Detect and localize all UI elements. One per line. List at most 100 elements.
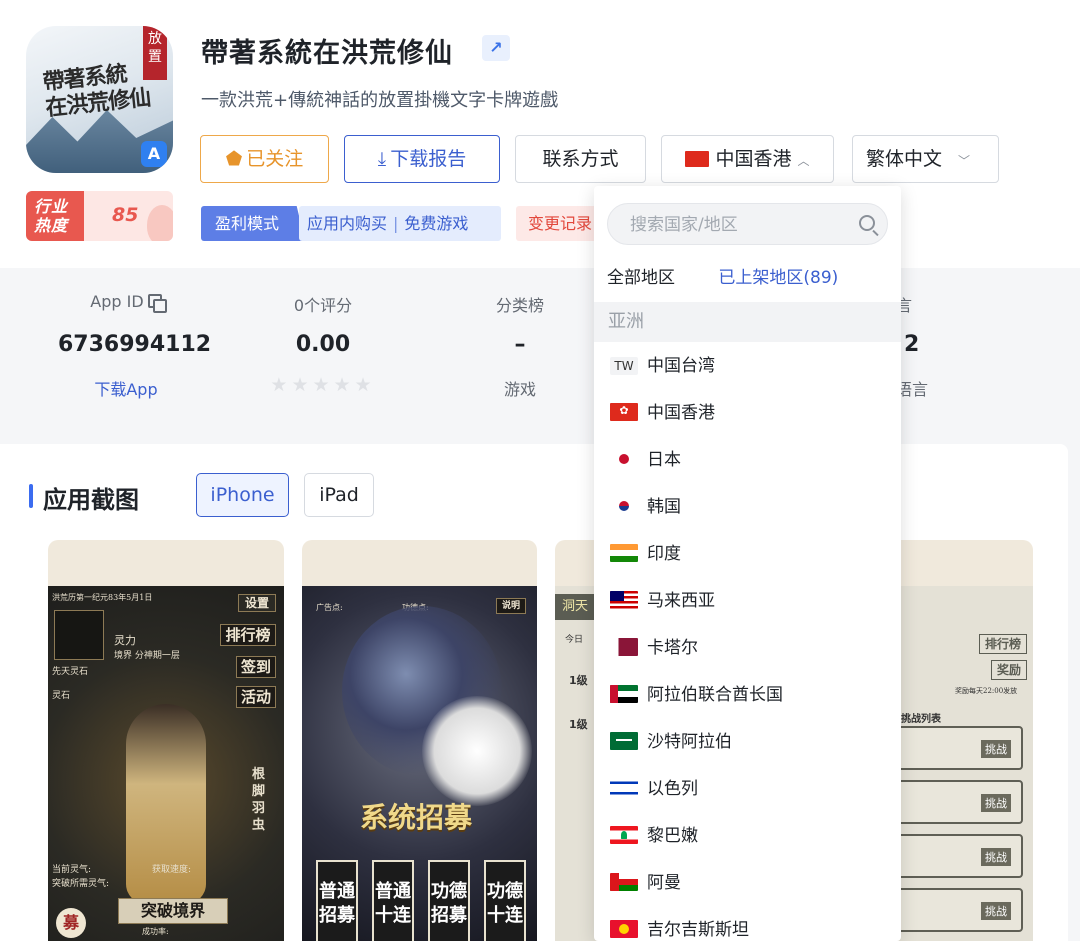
stat-rating-label: 0个评分	[293, 296, 353, 315]
region-dropdown: 全部地区 已上架地区(89) 亚洲 TW 中国台湾 中国香港 日本 韩国 印度 马…	[594, 186, 901, 941]
app-subtitle: 一款洪荒+傳統神話的放置掛機文字卡牌遊戲	[201, 90, 559, 111]
copy-icon[interactable]	[147, 294, 167, 313]
game-ad-points: 广告点:	[316, 603, 343, 612]
region-item-oman[interactable]: 阿曼	[594, 860, 901, 907]
game-gain-speed: 获取速度:	[152, 865, 192, 875]
monetization-values: 应用内购买 | 免费游戏	[299, 206, 501, 241]
region-select[interactable]: 中国香港 ︿	[661, 135, 834, 183]
game-avatar-frame	[54, 610, 104, 660]
region-code-badge: TW	[610, 357, 638, 375]
game-recruit-badge: 募	[56, 908, 86, 938]
game-side-vertical: 根脚羽虫	[252, 767, 266, 833]
korea-flag-icon	[610, 497, 638, 515]
challenge-tag: 挑战	[981, 740, 1011, 758]
external-link-icon[interactable]: ↗	[482, 35, 510, 61]
follow-label: 已关注	[246, 148, 304, 170]
game-rank-button-3: 排行榜	[979, 634, 1027, 654]
challenge-tag: 挑战	[981, 902, 1011, 920]
region-item-label: 马来西亚	[647, 591, 715, 611]
challenge-row: 挑战	[897, 726, 1023, 770]
stats-band: App ID 6736994112 下载App 0个评分 0.00 ★★★★★ …	[0, 268, 1080, 444]
region-item-label: 卡塔尔	[647, 638, 698, 658]
hong-kong-flag-icon	[610, 403, 638, 421]
region-item-taiwan[interactable]: TW 中国台湾	[594, 343, 901, 390]
download-icon: ⤓	[377, 148, 387, 170]
region-item-japan[interactable]: 日本	[594, 437, 901, 484]
download-report-label: 下载报告	[390, 148, 467, 170]
monetization-value-iap: 应用内购买	[307, 214, 388, 233]
region-item-india[interactable]: 印度	[594, 531, 901, 578]
region-item-uae[interactable]: 阿拉伯联合酋长国	[594, 672, 901, 719]
game-tab-dongtian: 洞天	[555, 594, 595, 620]
region-item-label: 印度	[647, 544, 681, 564]
change-log-button[interactable]: 变更记录	[516, 206, 598, 241]
stat-app-id-value: 6736994112	[58, 332, 212, 357]
oman-flag-icon	[610, 873, 638, 891]
region-item-label: 吉尔吉斯斯坦	[647, 920, 749, 940]
stat-category-label: 分类榜	[495, 296, 544, 315]
region-item-label: 中国台湾	[647, 356, 715, 376]
game-challenge-list: 挑战列表	[901, 714, 941, 725]
industry-heat-badge: 行业 热度 85	[26, 191, 173, 241]
region-item-qatar[interactable]: 卡塔尔	[594, 625, 901, 672]
stat-category-value: –	[514, 332, 526, 357]
game-success-rate: 成功率:	[142, 927, 169, 936]
stat-rating: 0个评分 0.00 ★★★★★	[248, 292, 398, 396]
stat-category-sub: 游戏	[503, 380, 536, 399]
game-reward-button: 奖励	[991, 660, 1027, 680]
region-item-kyrgyzstan[interactable]: 吉尔吉斯斯坦	[594, 907, 901, 941]
language-select[interactable]: 繁体中文 ﹀	[852, 135, 999, 183]
region-search[interactable]	[607, 203, 888, 245]
chevron-down-icon: ﹀	[958, 154, 971, 168]
monetization-value-free: 免费游戏	[404, 214, 469, 233]
app-id-label-text: App ID	[90, 292, 144, 311]
screenshot-1[interactable]: 洪荒历第一纪元83年5月1日 设置 灵力 境界 分神期一层 排行榜 签到 活动 …	[48, 540, 284, 941]
uae-flag-icon	[610, 685, 638, 703]
separator: |	[393, 214, 399, 233]
region-search-input[interactable]	[630, 213, 840, 237]
follow-button[interactable]: ⬟ 已关注	[200, 135, 329, 183]
challenge-row: 挑战	[897, 888, 1023, 932]
stat-app-id: App ID 6736994112 下载App	[58, 292, 212, 400]
game-date: 洪荒历第一纪元83年5月1日	[52, 593, 153, 602]
stat-category: 分类榜 – 游戏	[470, 292, 570, 400]
region-item-malaysia[interactable]: 马来西亚	[594, 578, 901, 625]
language-select-value: 繁体中文	[866, 148, 943, 170]
region-item-saudi-arabia[interactable]: 沙特阿拉伯	[594, 719, 901, 766]
tab-ipad[interactable]: iPad	[304, 473, 374, 517]
game-today: 今日	[565, 635, 584, 645]
region-list: TW 中国台湾 中国香港 日本 韩国 印度 马来西亚 卡塔尔 阿拉伯联合酋长国 沙…	[594, 343, 901, 941]
download-app-link[interactable]: 下载App	[58, 376, 194, 400]
game-button-merit-ten: 功德十连	[484, 860, 526, 941]
lebanon-flag-icon	[610, 826, 638, 844]
search-icon[interactable]	[859, 215, 875, 231]
saudi-flag-icon	[610, 732, 638, 750]
region-item-israel[interactable]: 以色列	[594, 766, 901, 813]
game-rank-button: 排行榜	[220, 624, 276, 646]
region-item-label: 沙特阿拉伯	[647, 732, 732, 752]
app-icon-title-art: 帶著系統 在洪荒修仙	[42, 59, 152, 121]
stat-rating-value: 0.00	[295, 332, 351, 357]
challenge-tag: 挑战	[981, 848, 1011, 866]
app-store-icon: A	[141, 141, 167, 167]
chevron-up-icon: ︿	[797, 154, 810, 168]
region-item-hong-kong[interactable]: 中国香港	[594, 390, 901, 437]
kyrgyzstan-flag-icon	[610, 920, 638, 938]
download-report-button[interactable]: ⤓ 下载报告	[344, 135, 500, 183]
region-tabs: 全部地区 已上架地区(89)	[607, 263, 838, 288]
game-reward-note: 奖励每天22:00发放	[955, 687, 1018, 695]
screenshot-2[interactable]: 广告点: 功德点: 说明 系统招募 普通招募 普通十连 功德招募 功德十连	[302, 540, 537, 941]
game-lingshi: 灵石	[52, 691, 71, 701]
tab-all-regions[interactable]: 全部地区	[607, 268, 675, 288]
challenge-tag: 挑战	[981, 794, 1011, 812]
tab-iphone[interactable]: iPhone	[196, 473, 289, 517]
contact-button[interactable]: 联系方式	[515, 135, 646, 183]
section-title: 应用截图	[29, 480, 139, 515]
monetization-label: 盈利模式	[201, 206, 305, 241]
region-item-korea[interactable]: 韩国	[594, 484, 901, 531]
region-item-label: 以色列	[647, 779, 698, 799]
tab-listed-regions[interactable]: 已上架地区(89)	[718, 268, 838, 288]
game-current-qi: 当前灵气:	[52, 865, 92, 875]
screenshot-2-content: 广告点: 功德点: 说明 系统招募 普通招募 普通十连 功德招募 功德十连	[302, 586, 537, 941]
region-item-lebanon[interactable]: 黎巴嫩	[594, 813, 901, 860]
